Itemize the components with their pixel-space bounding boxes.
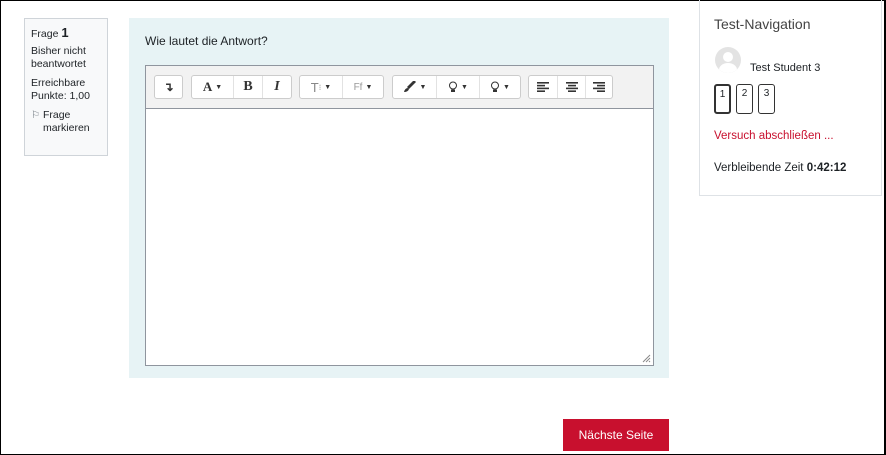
chevron-down-icon: ▼ xyxy=(461,83,468,91)
next-page-button[interactable]: Nächste Seite xyxy=(563,419,669,451)
question-info: Frage 1 Bisher nicht beantwortet Erreich… xyxy=(24,18,108,156)
question-nav-button-2[interactable]: 2 xyxy=(736,84,753,114)
italic-button[interactable]: I xyxy=(262,76,291,98)
answer-editor: ↴ A ▼ B I T ⁝ ▼ Ff ▼ ▼ ▼ ▼ xyxy=(145,65,654,366)
quiz-navigation: Test-Navigation Test Student 3 1 2 3 Ver… xyxy=(699,0,882,196)
toolbar-group-align xyxy=(528,75,613,99)
question-nav-button-1[interactable]: 1 xyxy=(714,84,731,114)
question-number-value: 1 xyxy=(61,25,69,40)
align-left-button[interactable] xyxy=(529,76,557,98)
question-text: Wie lautet die Antwort? xyxy=(145,34,268,48)
avatar xyxy=(715,47,741,73)
align-right-icon xyxy=(593,82,605,92)
background-color-dropdown[interactable]: ▼ xyxy=(479,76,520,98)
flag-question-link[interactable]: ⚐ Frage markieren xyxy=(31,109,101,135)
resize-handle-icon[interactable] xyxy=(641,353,651,363)
align-center-icon xyxy=(565,82,578,92)
question-content: Wie lautet die Antwort? ↴ A ▼ B I T ⁝ ▼ … xyxy=(129,18,669,378)
text-color-dropdown[interactable]: ▼ xyxy=(393,76,436,98)
lightbulb-icon xyxy=(449,81,458,92)
font-family-icon: Ff xyxy=(353,81,363,93)
toolbar-group-expand: ↴ xyxy=(154,75,183,99)
toolbar-group-styles: T ⁝ ▼ Ff ▼ xyxy=(299,75,384,99)
chevron-down-icon: ▼ xyxy=(365,83,373,91)
chevron-down-icon: ▼ xyxy=(215,83,223,91)
question-number-label: Frage xyxy=(31,28,59,40)
chevron-down-icon: ▼ xyxy=(503,83,510,91)
italic-icon: I xyxy=(274,79,280,94)
styles-icon: T xyxy=(310,79,319,95)
finish-attempt-link[interactable]: Versuch abschließen ... xyxy=(714,130,834,142)
bold-icon: B xyxy=(243,79,253,94)
toolbar-group-font: A ▼ B I xyxy=(191,75,292,99)
chevron-down-icon: ▼ xyxy=(324,83,332,91)
navigation-title: Test-Navigation xyxy=(714,16,811,32)
toolbar-group-colors: ▼ ▼ ▼ xyxy=(392,75,521,99)
lightbulb-icon xyxy=(491,81,500,92)
font-size-icon: A xyxy=(202,79,213,94)
highlight-dropdown[interactable]: ▼ xyxy=(436,76,479,98)
font-size-dropdown[interactable]: A ▼ xyxy=(192,76,233,98)
expand-icon: ↴ xyxy=(163,80,174,94)
time-value: 0:42:12 xyxy=(806,162,847,174)
editor-toolbar: ↴ A ▼ B I T ⁝ ▼ Ff ▼ ▼ ▼ ▼ xyxy=(146,66,653,109)
time-label: Verbleibende Zeit xyxy=(714,162,804,174)
flag-question-label: Frage markieren xyxy=(42,109,90,134)
time-remaining: Verbleibende Zeit 0:42:12 xyxy=(714,162,846,174)
brush-icon xyxy=(403,81,416,92)
question-nav-button-3[interactable]: 3 xyxy=(758,84,775,114)
flag-icon: ⚐ xyxy=(31,110,40,121)
align-left-icon xyxy=(537,82,549,92)
question-state: Bisher nicht beantwortet xyxy=(31,45,86,70)
question-grade: Erreichbare Punkte: 1,00 xyxy=(31,77,90,102)
editor-text-area[interactable] xyxy=(146,109,653,365)
align-center-button[interactable] xyxy=(557,76,585,98)
user-name: Test Student 3 xyxy=(750,62,821,74)
bold-button[interactable]: B xyxy=(233,76,262,98)
styles-dropdown[interactable]: T ⁝ ▼ xyxy=(300,76,342,98)
chevron-down-icon: ▼ xyxy=(419,83,427,91)
font-family-dropdown[interactable]: Ff ▼ xyxy=(342,76,383,98)
align-right-button[interactable] xyxy=(585,76,612,98)
expand-toolbar-button[interactable]: ↴ xyxy=(155,76,182,98)
question-number: Frage 1 xyxy=(31,26,101,41)
